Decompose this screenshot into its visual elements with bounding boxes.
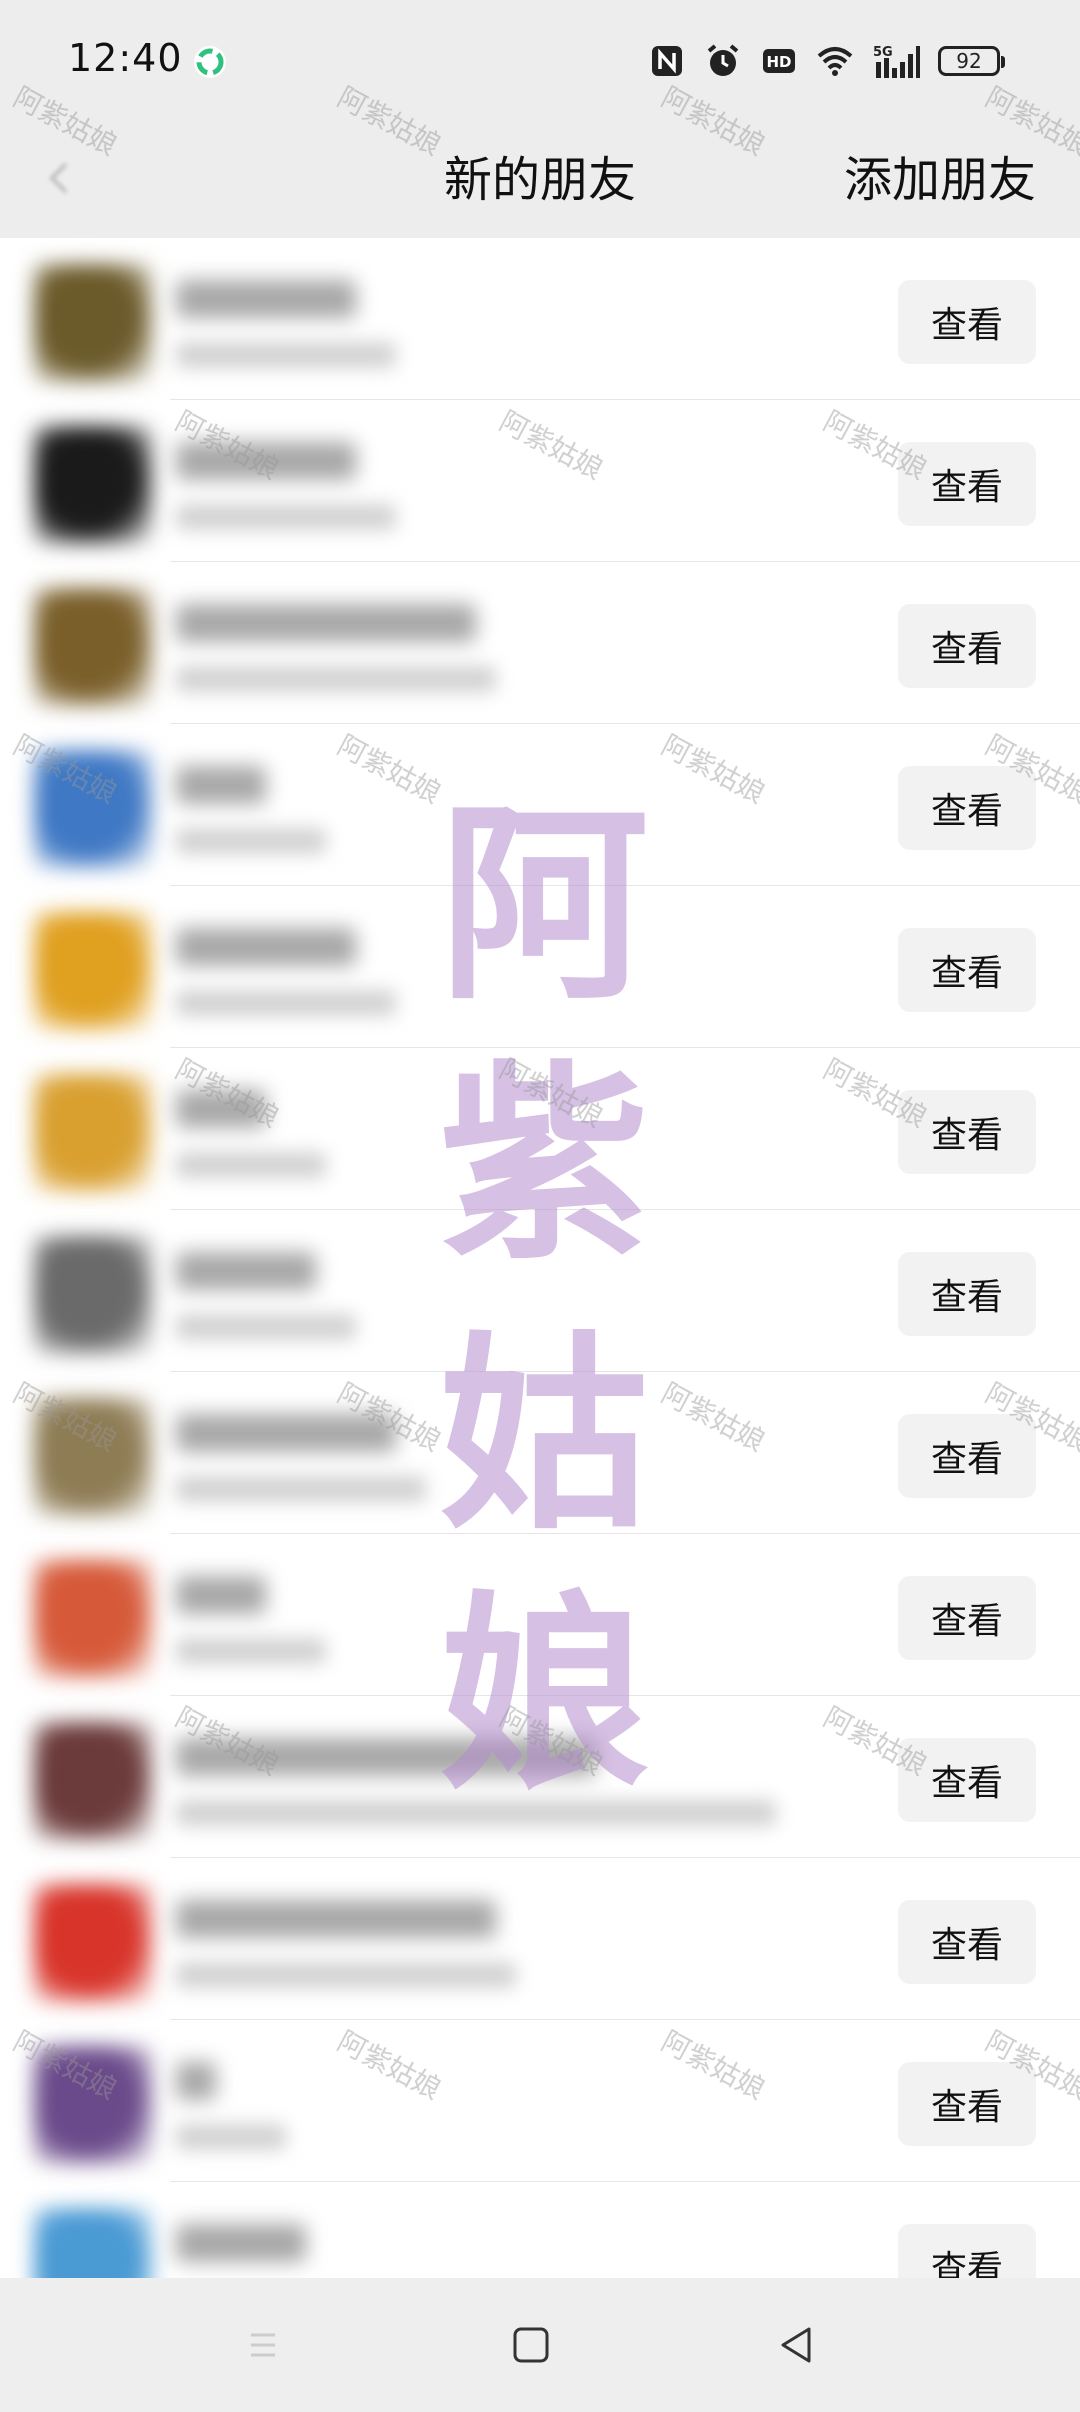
back-triangle-icon: [781, 2327, 811, 2363]
blurred-name: [176, 1900, 496, 1938]
list-item[interactable]: 查看: [0, 562, 1080, 724]
view-button[interactable]: 查看: [898, 928, 1036, 1012]
view-button[interactable]: 查看: [898, 1900, 1036, 1984]
blurred-message: [176, 828, 326, 854]
view-button[interactable]: 查看: [898, 1414, 1036, 1498]
list-item[interactable]: 查看: [0, 1210, 1080, 1372]
blurred-name: [176, 442, 356, 480]
svg-text:5G: 5G: [873, 45, 893, 60]
avatar: [34, 264, 152, 382]
blurred-message: [176, 1800, 776, 1826]
list-item[interactable]: 查看: [0, 1534, 1080, 1696]
list-item[interactable]: 查看: [0, 1858, 1080, 2020]
blurred-name: [176, 2062, 216, 2100]
app-notification-icon: [194, 46, 226, 78]
avatar: [34, 912, 152, 1030]
status-bar: 12:40 HD 5G 92: [0, 0, 1080, 120]
view-button[interactable]: 查看: [898, 766, 1036, 850]
avatar: [34, 750, 152, 868]
alarm-icon: [707, 44, 739, 76]
view-button[interactable]: 查看: [898, 1090, 1036, 1174]
blurred-name: [176, 1090, 266, 1128]
battery-indicator: 92: [938, 46, 1005, 76]
blurred-name: [176, 604, 476, 642]
view-button[interactable]: 查看: [898, 280, 1036, 364]
view-button[interactable]: 查看: [898, 604, 1036, 688]
status-time: 12:40: [68, 36, 183, 80]
recents-icon: [251, 2333, 275, 2357]
avatar: [34, 588, 152, 706]
avatar: [34, 1560, 152, 1678]
list-item[interactable]: 查看: [0, 400, 1080, 562]
blurred-name: [176, 1252, 316, 1290]
app-screen: 12:40 HD 5G 92 新的朋友 添加朋友 查看 查看 查看 查看 查看 …: [0, 0, 1080, 2412]
signal-5g-icon: 5G: [873, 45, 920, 78]
blurred-message: [176, 342, 396, 368]
blurred-message: [176, 2124, 286, 2150]
view-button[interactable]: 查看: [898, 2224, 1036, 2278]
avatar: [34, 2046, 152, 2164]
avatar: [34, 1722, 152, 1840]
system-nav-bar: [0, 2278, 1080, 2412]
hd-icon: HD: [763, 49, 795, 73]
view-button[interactable]: 查看: [898, 1738, 1036, 1822]
list-item[interactable]: 查看: [0, 238, 1080, 400]
list-item[interactable]: 查看: [0, 724, 1080, 886]
list-item[interactable]: 查看: [0, 1048, 1080, 1210]
back-nav-button[interactable]: [774, 2322, 820, 2368]
avatar: [34, 1074, 152, 1192]
blurred-name: [176, 1576, 266, 1614]
title-bar: 新的朋友 添加朋友: [0, 120, 1080, 238]
blurred-name: [176, 1414, 396, 1452]
blurred-message: [176, 666, 496, 692]
blurred-name: [176, 766, 266, 804]
new-friends-list: 查看 查看 查看 查看 查看 查看 查看 查看 查看 查看 查看 查看 查看: [0, 238, 1080, 2278]
list-item[interactable]: 查看: [0, 886, 1080, 1048]
battery-level: 92: [956, 49, 982, 73]
blurred-message: [176, 504, 396, 530]
blurred-name: [176, 1738, 596, 1776]
blurred-message: [176, 1152, 326, 1178]
view-button[interactable]: 查看: [898, 2062, 1036, 2146]
wifi-icon: [817, 47, 853, 76]
blurred-name: [176, 928, 356, 966]
home-square-icon: [513, 2327, 549, 2363]
blurred-message: [176, 1476, 426, 1502]
list-item[interactable]: 查看: [0, 2020, 1080, 2182]
avatar: [34, 2208, 152, 2278]
add-friend-button[interactable]: 添加朋友: [844, 140, 1036, 210]
avatar: [34, 1884, 152, 2002]
svg-text:HD: HD: [766, 53, 791, 71]
view-button[interactable]: 查看: [898, 1576, 1036, 1660]
view-button[interactable]: 查看: [898, 442, 1036, 526]
blurred-name: [176, 2224, 306, 2262]
avatar: [34, 426, 152, 544]
nfc-icon: [652, 46, 682, 76]
blurred-message: [176, 990, 396, 1016]
list-item[interactable]: 查看: [0, 1696, 1080, 1858]
home-button[interactable]: [508, 2322, 554, 2368]
blurred-message: [176, 1962, 516, 1988]
avatar: [34, 1236, 152, 1354]
view-button[interactable]: 查看: [898, 1252, 1036, 1336]
list-item[interactable]: 查看: [0, 2182, 1080, 2278]
blurred-message: [176, 1638, 326, 1664]
status-icons: HD 5G 92: [648, 38, 1005, 84]
recents-button[interactable]: [240, 2322, 286, 2368]
blurred-name: [176, 280, 356, 318]
blurred-message: [176, 1314, 356, 1340]
avatar: [34, 1398, 152, 1516]
list-item[interactable]: 查看: [0, 1372, 1080, 1534]
